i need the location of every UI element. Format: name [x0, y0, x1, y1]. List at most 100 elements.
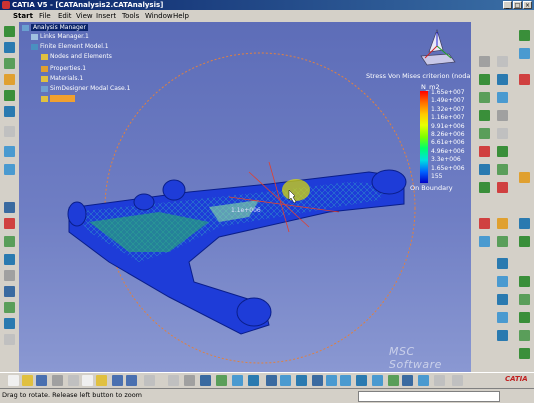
power-input[interactable]: [358, 391, 500, 402]
tool-icon[interactable]: [479, 128, 490, 139]
tool-icon[interactable]: [4, 202, 15, 213]
menu-tools[interactable]: Tools: [122, 10, 139, 22]
copy-icon[interactable]: [82, 375, 93, 386]
tool-icon[interactable]: [479, 218, 490, 229]
tree-item-materials[interactable]: Materials.1: [41, 75, 83, 82]
tool-icon[interactable]: [479, 56, 490, 67]
tool-icon[interactable]: [519, 48, 530, 59]
menu-view[interactable]: View: [76, 10, 93, 22]
tool-icon[interactable]: [4, 146, 15, 157]
tool-icon[interactable]: [519, 330, 530, 341]
tool-icon[interactable]: [497, 74, 508, 85]
tool-icon[interactable]: [4, 254, 15, 265]
tool-icon[interactable]: [4, 318, 15, 329]
zoom-in-icon[interactable]: [326, 375, 337, 386]
tool-icon[interactable]: [497, 236, 508, 247]
tool-icon[interactable]: [4, 74, 15, 85]
tool-icon[interactable]: [4, 126, 15, 137]
tool-icon[interactable]: [497, 276, 508, 287]
tool-icon[interactable]: [200, 375, 211, 386]
tool-icon[interactable]: [479, 164, 490, 175]
tool-icon[interactable]: [479, 146, 490, 157]
rotate-icon[interactable]: [312, 375, 323, 386]
tool-icon[interactable]: [479, 110, 490, 121]
undo-icon[interactable]: [112, 375, 123, 386]
whats-this-icon[interactable]: [144, 375, 155, 386]
tool-icon[interactable]: [4, 164, 15, 175]
tool-icon[interactable]: [497, 56, 508, 67]
legend-color-bar[interactable]: [420, 91, 428, 183]
tool-icon[interactable]: [434, 375, 445, 386]
cut-icon[interactable]: [68, 375, 79, 386]
menu-insert[interactable]: Insert: [96, 10, 116, 22]
catia-app-icon[interactable]: [2, 1, 10, 9]
tool-icon[interactable]: [519, 218, 530, 229]
formula-icon[interactable]: [168, 375, 179, 386]
tool-icon[interactable]: [4, 334, 15, 345]
tool-icon[interactable]: [452, 375, 463, 386]
paste-icon[interactable]: [96, 375, 107, 386]
tree-item-links-manager[interactable]: Links Manager.1: [31, 33, 89, 40]
tool-icon[interactable]: [479, 182, 490, 193]
tool-icon[interactable]: [479, 74, 490, 85]
tool-icon[interactable]: [4, 218, 15, 229]
close-button[interactable]: ×: [523, 1, 532, 9]
tool-icon[interactable]: [497, 330, 508, 341]
tool-icon[interactable]: [519, 348, 530, 359]
tool-icon[interactable]: [479, 92, 490, 103]
tool-icon[interactable]: [232, 375, 243, 386]
redo-icon[interactable]: [126, 375, 137, 386]
zoom-out-icon[interactable]: [340, 375, 351, 386]
tool-icon[interactable]: [497, 258, 508, 269]
save-icon[interactable]: [36, 375, 47, 386]
tree-item-selected[interactable]: XXXXXX: [41, 95, 75, 102]
tool-icon[interactable]: [519, 236, 530, 247]
tool-icon[interactable]: [519, 276, 530, 287]
maximize-button[interactable]: □: [513, 1, 522, 9]
tool-icon[interactable]: [497, 164, 508, 175]
tool-icon[interactable]: [497, 128, 508, 139]
tool-icon[interactable]: [4, 302, 15, 313]
tree-item-properties[interactable]: Properties.1: [41, 65, 86, 72]
menu-file[interactable]: File: [39, 10, 51, 22]
tool-icon[interactable]: [248, 375, 259, 386]
tool-icon[interactable]: [497, 218, 508, 229]
tool-icon[interactable]: [497, 294, 508, 305]
compass-icon[interactable]: [420, 28, 456, 66]
menu-start[interactable]: Start: [13, 10, 33, 22]
tool-icon[interactable]: [497, 92, 508, 103]
menu-edit[interactable]: Edit: [58, 10, 72, 22]
menu-help[interactable]: Help: [173, 10, 189, 22]
tool-icon[interactable]: [4, 286, 15, 297]
tool-icon[interactable]: [519, 172, 530, 183]
tree-item-analysis-manager[interactable]: Analysis Manager: [22, 24, 88, 31]
tool-icon[interactable]: [4, 90, 15, 101]
tool-icon[interactable]: [519, 30, 530, 41]
tree-item-nodes-elements[interactable]: Nodes and Elements: [41, 53, 112, 60]
tool-icon[interactable]: [519, 74, 530, 85]
tool-icon[interactable]: [4, 236, 15, 247]
tool-icon[interactable]: [519, 312, 530, 323]
iso-view-icon[interactable]: [372, 375, 383, 386]
hide-show-icon[interactable]: [402, 375, 413, 386]
tool-icon[interactable]: [479, 236, 490, 247]
menu-window[interactable]: Window: [145, 10, 173, 22]
tool-icon[interactable]: [4, 58, 15, 69]
print-icon[interactable]: [52, 375, 63, 386]
fly-mode-icon[interactable]: [266, 375, 277, 386]
minimize-button[interactable]: _: [503, 1, 512, 9]
tool-icon[interactable]: [4, 270, 15, 281]
tool-icon[interactable]: [497, 182, 508, 193]
tool-icon[interactable]: [216, 375, 227, 386]
open-icon[interactable]: [22, 375, 33, 386]
tool-icon[interactable]: [519, 294, 530, 305]
swap-space-icon[interactable]: [418, 375, 429, 386]
tool-icon[interactable]: [497, 110, 508, 121]
tool-icon[interactable]: [497, 312, 508, 323]
tool-icon[interactable]: [4, 26, 15, 37]
3d-viewport[interactable]: 1.1e+006 Analysis Manager Links Manager.…: [19, 22, 471, 372]
pan-icon[interactable]: [296, 375, 307, 386]
new-icon[interactable]: [8, 375, 19, 386]
fit-all-icon[interactable]: [280, 375, 291, 386]
normal-view-icon[interactable]: [356, 375, 367, 386]
